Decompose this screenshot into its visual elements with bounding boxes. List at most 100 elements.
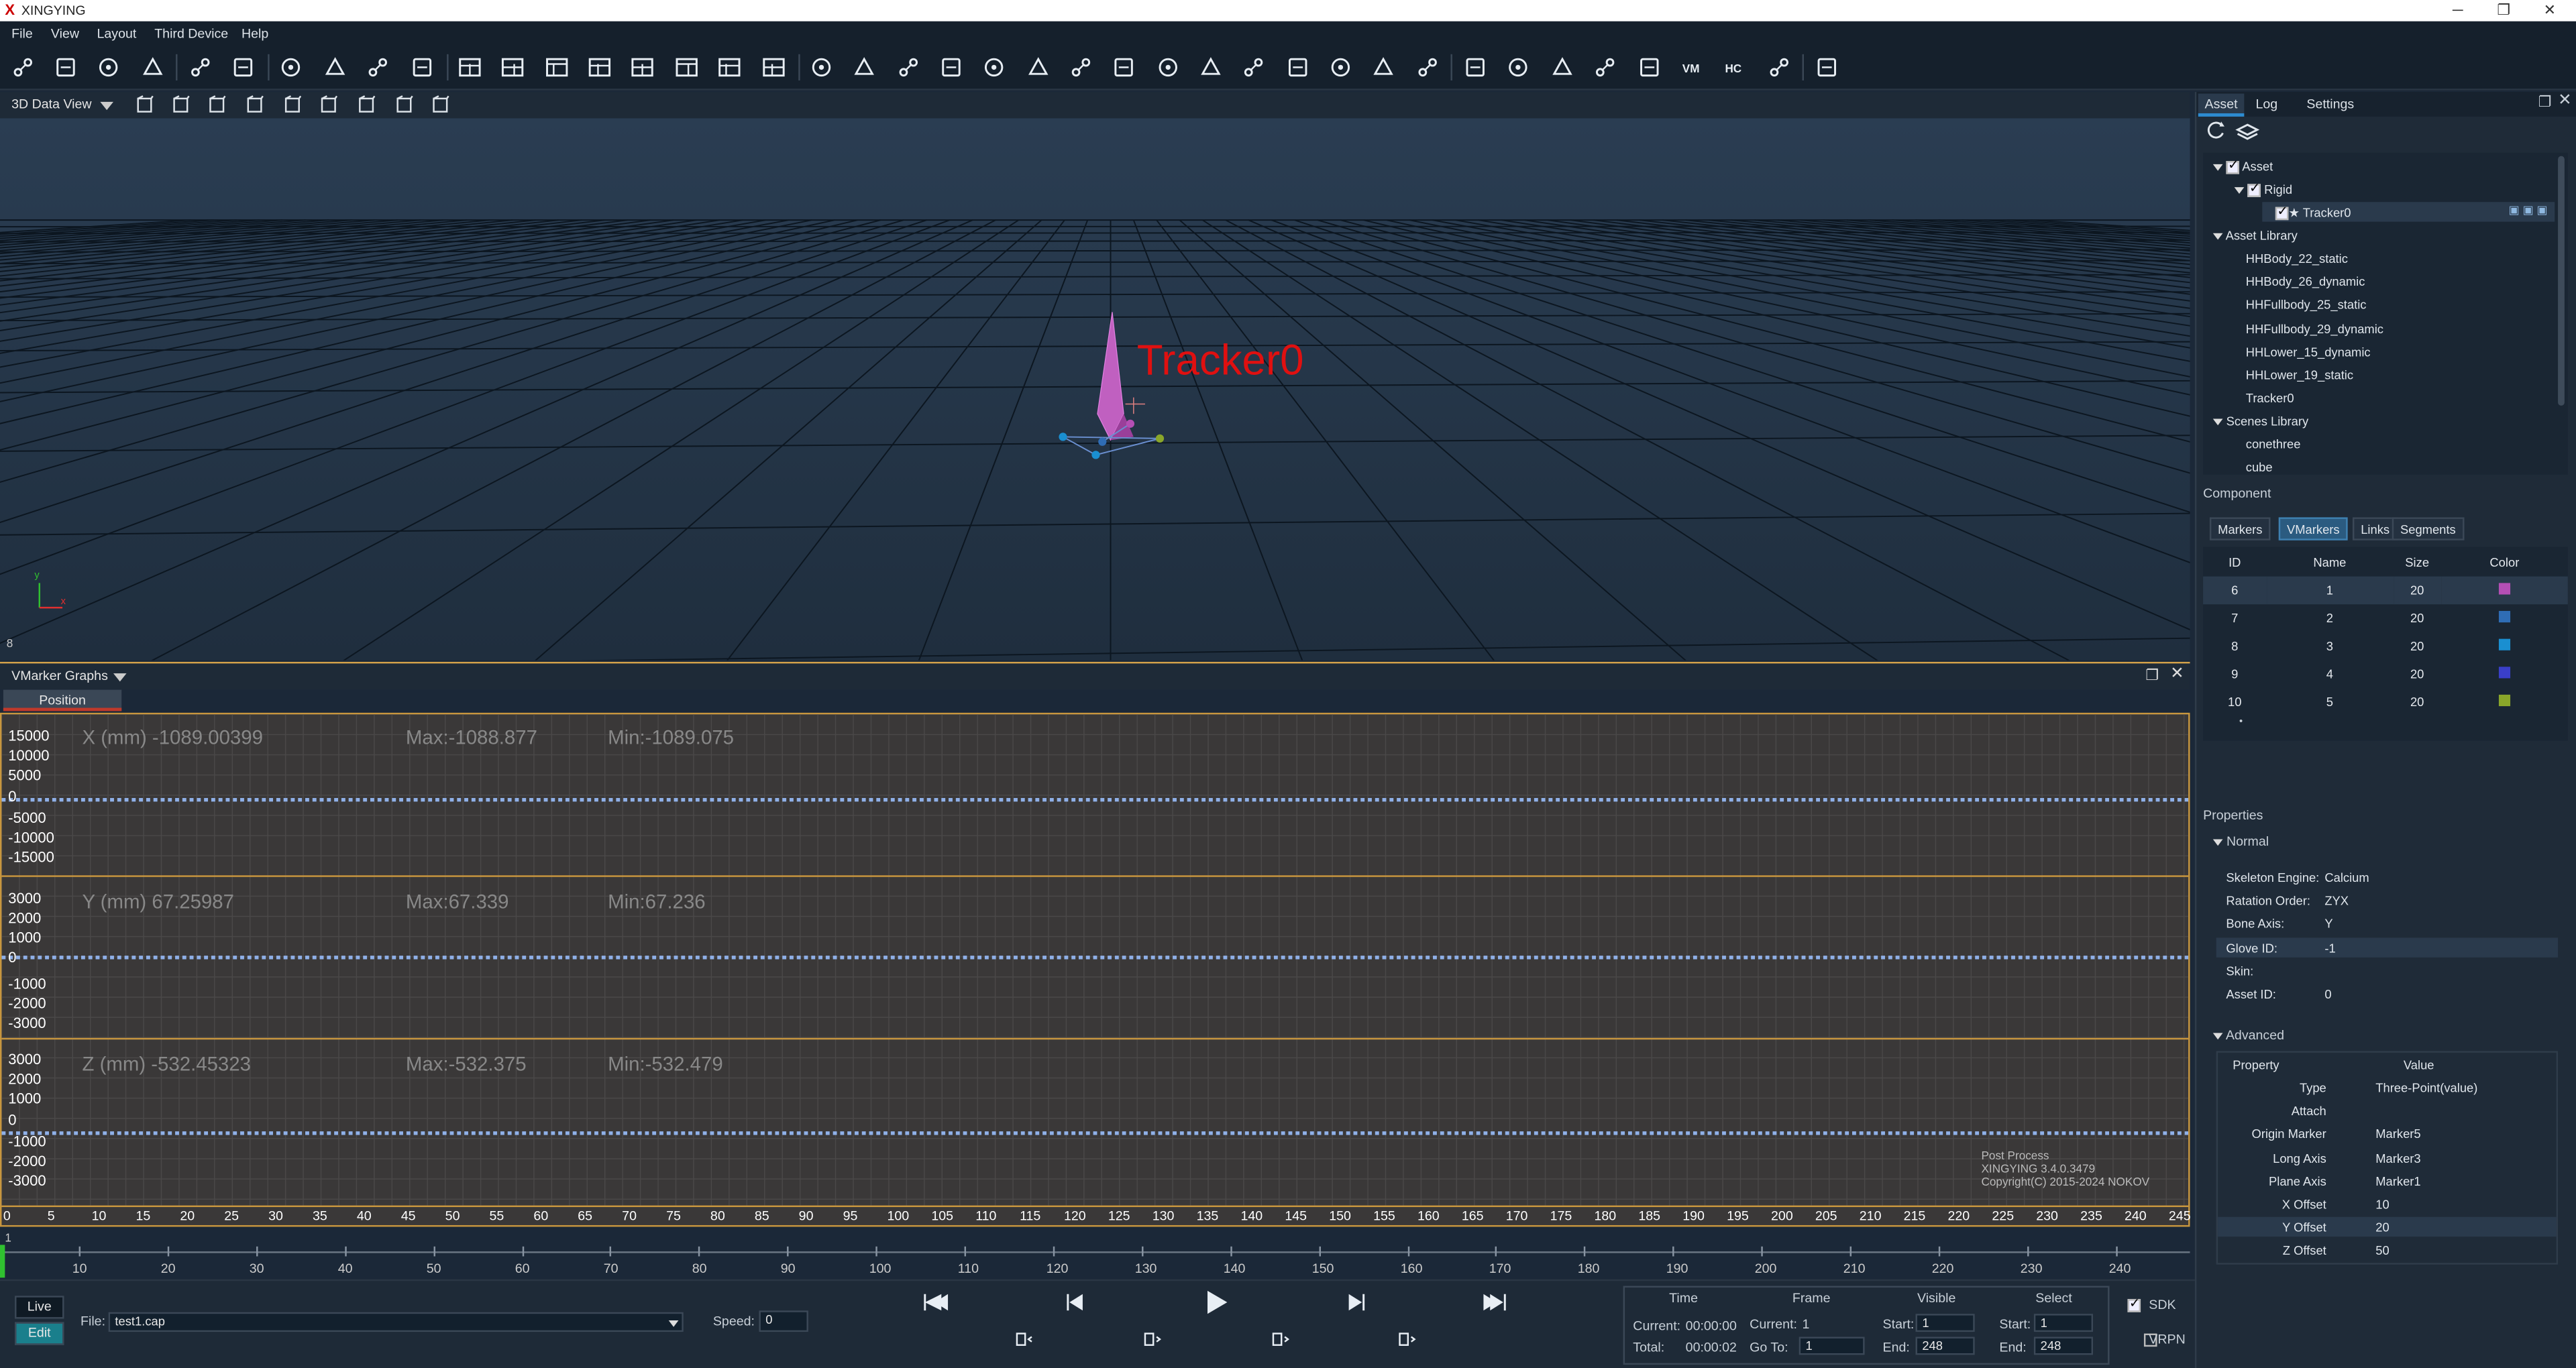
frame-goto-input[interactable]: 1 [1799, 1336, 1865, 1355]
table-row[interactable]: 10 5 20 [2203, 688, 2568, 716]
layout-5-icon[interactable] [629, 54, 655, 80]
float-icon[interactable]: ❐ [2145, 667, 2159, 685]
menu-third-device[interactable]: Third Device [154, 26, 228, 41]
tracker-actions[interactable]: ▣ ▣ ▣ [2509, 204, 2548, 217]
view-back-icon[interactable] [171, 95, 191, 115]
play-icon[interactable] [1208, 1290, 1228, 1314]
share-icon[interactable] [1592, 54, 1618, 80]
timeline-ruler[interactable]: 1 10 20 30 40 50 60 70 80 90 100 110 120 130 140 150 16… [0, 1228, 2190, 1279]
property-value[interactable]: Y [2324, 917, 2332, 931]
trim-icon[interactable] [1240, 54, 1267, 80]
close-icon[interactable]: ✕ [2170, 665, 2184, 683]
visible-start-input[interactable]: 1 [1915, 1314, 1975, 1332]
tab-log[interactable]: Log [2249, 94, 2284, 117]
layout-4-icon[interactable] [586, 54, 612, 80]
live-button[interactable]: Live [15, 1296, 64, 1319]
fill-gap-icon[interactable] [896, 54, 922, 80]
section-advanced[interactable]: Advanced [2212, 1028, 2284, 1043]
rigid-icon[interactable] [1505, 54, 1531, 80]
view-front-icon[interactable] [135, 95, 154, 115]
layout-6-icon[interactable] [674, 54, 700, 80]
cell-color[interactable] [2441, 660, 2568, 688]
undo-icon[interactable] [1415, 54, 1441, 80]
calibrate-icon[interactable] [230, 54, 256, 80]
chevron-down-icon[interactable] [668, 1320, 679, 1327]
close-icon[interactable]: ✕ [2527, 0, 2573, 21]
tab-asset[interactable]: Asset [2198, 93, 2245, 117]
doc-icon[interactable] [1766, 54, 1792, 80]
adv-property-value[interactable]: Marker3 [2375, 1151, 2420, 1165]
playhead[interactable] [0, 1245, 5, 1278]
tree-library-item[interactable]: HHFullbody_25_static [2246, 298, 2367, 312]
frame-select-icon[interactable] [1285, 54, 1311, 80]
tree-asset[interactable]: Asset [2212, 158, 2273, 174]
smooth-icon[interactable] [981, 54, 1007, 80]
cell-color[interactable] [2441, 604, 2568, 632]
visible-end-input[interactable]: 248 [1915, 1336, 1975, 1355]
tree-rigid[interactable]: Rigid [2234, 180, 2292, 197]
graph-area[interactable]: X (mm) -1089.00399 Max:-1088.877 Min:-10… [0, 712, 2191, 1227]
cell-color[interactable] [2441, 577, 2568, 605]
tree-library-item[interactable]: HHLower_19_static [2246, 368, 2353, 383]
skeleton-view-icon[interactable] [394, 95, 414, 115]
close-icon[interactable]: ✕ [2558, 92, 2572, 110]
file-select[interactable]: test1.cap [108, 1312, 684, 1332]
next-frame-icon[interactable] [1348, 1294, 1365, 1311]
cut-icon[interactable] [938, 54, 964, 80]
chevron-down-icon[interactable] [113, 673, 127, 682]
save-icon[interactable] [140, 54, 166, 80]
visibility-icon[interactable] [187, 54, 213, 80]
tree-scrollbar[interactable] [2558, 156, 2565, 406]
table-row[interactable]: 8 3 20 [2203, 632, 2568, 661]
mark-frame-icon[interactable] [1272, 1332, 1290, 1346]
filter-icon[interactable] [1197, 54, 1224, 80]
calculator-icon[interactable] [1068, 54, 1094, 80]
tree-scene-item[interactable]: conethree [2246, 437, 2301, 451]
layout-2-icon[interactable] [499, 54, 525, 80]
chart-icon[interactable] [1636, 54, 1662, 80]
table-row[interactable]: 7 2 20 [2203, 604, 2568, 632]
property-value[interactable]: ZYX [2324, 894, 2349, 909]
loop-icon[interactable] [1399, 1332, 1416, 1346]
adv-property-value[interactable]: Three-Point(value) [2375, 1080, 2477, 1095]
layout-8-icon[interactable] [761, 54, 787, 80]
table-row[interactable]: 9 4 20 [2203, 660, 2568, 688]
minimize-icon[interactable]: ─ [2434, 0, 2481, 21]
adv-property-value[interactable]: 20 [2375, 1220, 2389, 1235]
adv-property-value[interactable]: 50 [2375, 1244, 2389, 1259]
hc-icon[interactable]: HC [1722, 54, 1748, 80]
tree-library-item[interactable]: HHLower_15_dynamic [2246, 345, 2371, 359]
eye-icon[interactable] [322, 54, 348, 80]
target-icon[interactable] [1328, 54, 1354, 80]
step-forward-icon[interactable] [1144, 1332, 1162, 1346]
tree-tracker[interactable]: ★ Tracker0 [2275, 204, 2351, 221]
view-top-icon[interactable] [282, 95, 302, 115]
tree-scene-item[interactable]: cube [2246, 460, 2273, 475]
axis-icon[interactable] [1814, 54, 1840, 80]
person-icon[interactable] [431, 95, 450, 115]
first-frame-icon[interactable] [924, 1294, 949, 1311]
merge-icon[interactable] [851, 54, 877, 80]
graph-panel-title[interactable]: VMarker Graphs [11, 669, 108, 683]
table-row[interactable]: 6 1 20 [2203, 576, 2568, 605]
tree-library-item[interactable]: HHFullbody_29_dynamic [2246, 321, 2383, 336]
adv-property-value[interactable]: Marker1 [2375, 1174, 2420, 1189]
maximize-icon[interactable]: ❐ [2481, 0, 2527, 21]
last-frame-icon[interactable] [1483, 1294, 1506, 1311]
select-end-input[interactable]: 248 [2033, 1336, 2094, 1355]
section-normal[interactable]: Normal [2212, 834, 2269, 849]
3d-viewport[interactable]: Tracker0 y x 8 [0, 118, 2190, 661]
prev-frame-icon[interactable] [1067, 1294, 1083, 1311]
connect-icon[interactable] [1025, 54, 1051, 80]
float-icon[interactable]: ❐ [2538, 94, 2552, 112]
layout-1-icon[interactable] [457, 54, 483, 80]
import-icon[interactable] [52, 54, 78, 80]
skeleton-icon[interactable] [1370, 54, 1396, 80]
layout-3-icon[interactable] [544, 54, 570, 80]
edit-icon[interactable] [365, 54, 391, 80]
circle-icon[interactable] [1111, 54, 1137, 80]
menu-layout[interactable]: Layout [97, 26, 136, 41]
tree-scenes-library[interactable]: Scenes Library [2212, 414, 2308, 429]
step-back-icon[interactable] [1016, 1332, 1032, 1346]
tab-links[interactable]: Links [2352, 517, 2398, 540]
